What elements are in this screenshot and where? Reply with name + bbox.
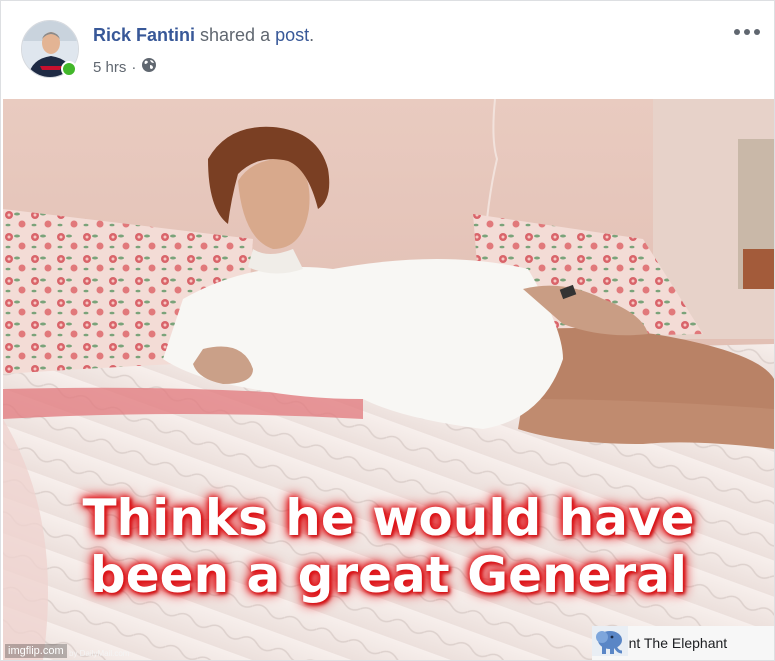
post-header: Rick Fantini shared a post. 5 hrs · — [1, 1, 774, 99]
shared-post-link[interactable]: post — [275, 25, 309, 45]
online-status-indicator — [61, 61, 77, 77]
post-image[interactable]: Thinks he would have been a great Genera… — [3, 99, 774, 660]
globe-icon[interactable] — [141, 57, 157, 77]
source-badge[interactable]: Taunt The Elephant — [592, 626, 774, 660]
title-period: . — [309, 25, 315, 45]
more-options-button[interactable] — [734, 23, 760, 41]
post-title-line: Rick Fantini shared a post. — [93, 25, 314, 46]
more-horizontal-icon — [734, 29, 740, 35]
post-card: Rick Fantini shared a post. 5 hrs · Thin… — [0, 0, 775, 661]
meme-caption-line-2: been a great General — [89, 546, 688, 604]
dailymail-credit: by DailyMail.com — [69, 649, 130, 658]
meme-caption-line-1: Thinks he would have — [82, 489, 695, 547]
author-avatar[interactable] — [21, 20, 79, 78]
meta-separator: · — [131, 58, 137, 76]
author-name-link[interactable]: Rick Fantini — [93, 25, 195, 45]
action-text: shared a — [200, 25, 271, 45]
more-dot — [744, 29, 750, 35]
post-timestamp[interactable]: 5 hrs — [93, 59, 126, 76]
post-meta: 5 hrs · — [93, 57, 157, 77]
more-dot — [754, 29, 760, 35]
imgflip-watermark: imgflip.com — [5, 644, 67, 658]
